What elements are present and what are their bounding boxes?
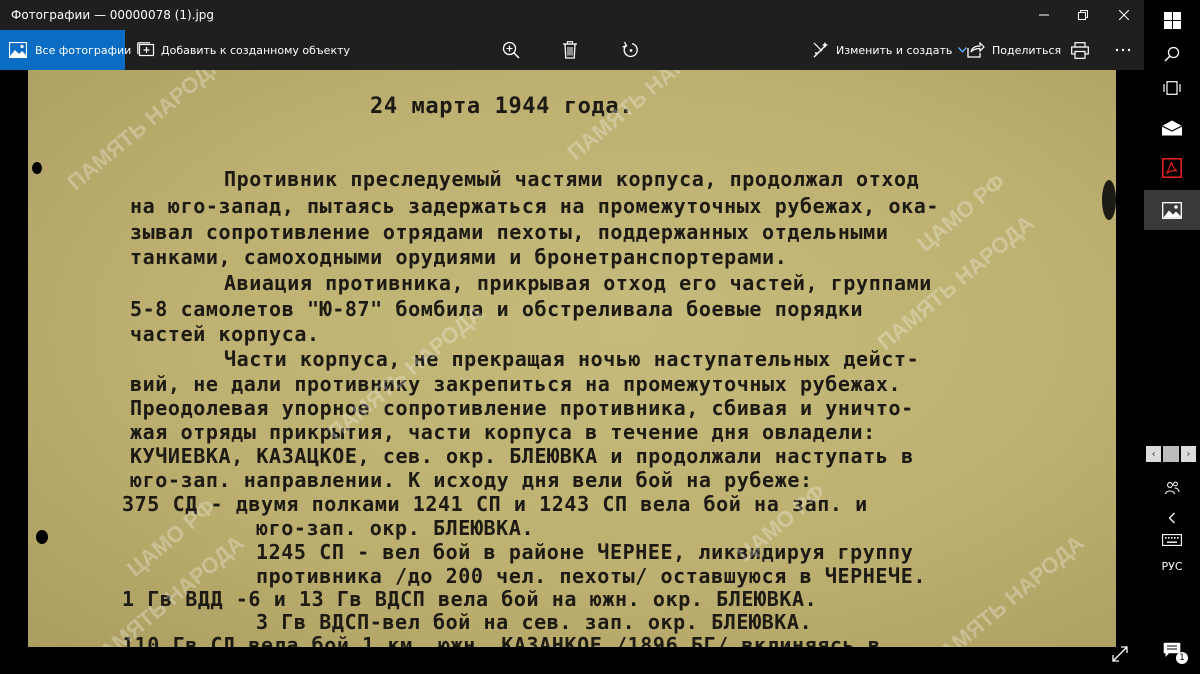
task-view-icon bbox=[1163, 81, 1181, 95]
document-photo: 24 марта 1944 года. Противник преследуем… bbox=[28, 70, 1116, 647]
document-line: противника /до 200 чел. пехоты/ оставшую… bbox=[256, 564, 926, 588]
photos-app-icon bbox=[1162, 201, 1182, 219]
add-to-creation-button[interactable]: Добавить к созданному объекту bbox=[135, 30, 350, 70]
fullscreen-button[interactable] bbox=[1110, 644, 1130, 664]
close-icon bbox=[1119, 10, 1129, 20]
taskbar-pdf-reader[interactable] bbox=[1144, 148, 1200, 188]
trash-icon bbox=[559, 39, 581, 61]
document-line: юго-зап. направлении. К исходу дня вели … bbox=[130, 468, 813, 492]
taskbar-photos[interactable] bbox=[1144, 190, 1200, 230]
document-line: юго-зап. окр. БЛЕЮВКА. bbox=[256, 516, 535, 540]
mail-icon bbox=[1161, 120, 1183, 136]
expand-icon bbox=[1112, 646, 1128, 662]
touch-keyboard-button[interactable] bbox=[1144, 520, 1200, 560]
scroll-thumb[interactable] bbox=[1163, 446, 1179, 462]
album-add-icon bbox=[135, 39, 157, 61]
pdf-icon bbox=[1162, 158, 1182, 178]
notification-count-badge: 1 bbox=[1176, 652, 1188, 664]
document-line: 3 Гв ВДСП-вел бой на сев. зап. окр. БЛЕЮ… bbox=[256, 610, 813, 634]
document-line: Противник преследуемый частями корпуса, … bbox=[224, 167, 920, 191]
taskbar-scroll: ‹ › bbox=[1146, 446, 1198, 462]
close-button[interactable] bbox=[1107, 0, 1141, 30]
window-title: Фотографии — 00000078 (1).jpg bbox=[11, 8, 215, 22]
task-view-button[interactable] bbox=[1144, 68, 1200, 108]
rotate-button[interactable] bbox=[620, 30, 644, 70]
ink-spot bbox=[36, 530, 48, 544]
document-line: Части корпуса, не прекращая ночью наступ… bbox=[224, 347, 920, 371]
taskbar: ‹ › РУС 1 bbox=[1144, 0, 1200, 674]
document-line: 1 Гв ВДД -6 и 13 Гв ВДСП вела бой на южн… bbox=[122, 587, 818, 611]
more-button[interactable] bbox=[1112, 30, 1136, 70]
more-icon bbox=[1112, 39, 1134, 61]
edit-create-icon bbox=[810, 39, 832, 61]
zoom-button[interactable] bbox=[500, 30, 524, 70]
image-viewer[interactable]: 24 марта 1944 года. Противник преследуем… bbox=[0, 70, 1144, 674]
zoom-in-icon bbox=[500, 39, 522, 61]
document-line: вий, не дали противнику закрепиться на п… bbox=[130, 372, 902, 396]
edit-create-label: Изменить и создать bbox=[836, 43, 953, 57]
document-line: зывал сопротивление отрядами пехоты, под… bbox=[130, 220, 889, 244]
document-line: КУЧИЕВКА, КАЗАЦКОЕ, сев. окр. БЛЕЮВКА и … bbox=[130, 444, 914, 468]
add-to-creation-label: Добавить к созданному объекту bbox=[161, 43, 351, 57]
all-photos-button[interactable]: Все фотографии bbox=[0, 30, 131, 70]
print-button[interactable] bbox=[1069, 30, 1093, 70]
people-icon bbox=[1164, 481, 1180, 495]
windows-logo-icon bbox=[1163, 11, 1181, 29]
document-line: Авиация противника, прикрывая отход его … bbox=[224, 271, 932, 295]
scroll-right-button[interactable]: › bbox=[1180, 446, 1196, 462]
document-line: 375 СД - двумя полками 1241 СП и 1243 СП… bbox=[122, 492, 868, 516]
photo-icon bbox=[9, 39, 27, 61]
input-language-indicator[interactable]: РУС bbox=[1144, 560, 1200, 573]
action-center-button[interactable] bbox=[1144, 630, 1200, 670]
chevron-right-icon: › bbox=[1186, 448, 1191, 460]
restore-icon bbox=[1078, 10, 1088, 20]
screen: Фотографии — 00000078 (1).jpg Все фотогр… bbox=[0, 0, 1200, 674]
ink-spot bbox=[1102, 180, 1116, 220]
restore-button[interactable] bbox=[1066, 0, 1100, 30]
rotate-icon bbox=[620, 39, 642, 61]
print-icon bbox=[1069, 39, 1091, 61]
document-line: на юго-запад, пытаясь задержаться на про… bbox=[130, 194, 940, 218]
share-icon bbox=[965, 39, 987, 61]
minimize-icon bbox=[1039, 14, 1049, 16]
title-bar[interactable]: Фотографии — 00000078 (1).jpg bbox=[0, 0, 1144, 30]
all-photos-label: Все фотографии bbox=[35, 43, 132, 57]
share-label: Поделиться bbox=[992, 43, 1062, 57]
document-line: танками, самоходными орудиями и бронетра… bbox=[130, 245, 788, 269]
document-line: 24 марта 1944 года. bbox=[370, 94, 634, 119]
keyboard-icon bbox=[1162, 534, 1182, 546]
share-button[interactable]: Поделиться bbox=[965, 30, 1061, 70]
photos-app-window: Фотографии — 00000078 (1).jpg Все фотогр… bbox=[0, 0, 1144, 674]
scroll-left-button[interactable]: ‹ bbox=[1146, 446, 1162, 462]
chevron-left-icon: ‹ bbox=[1151, 448, 1156, 460]
document-line: частей корпуса. bbox=[130, 322, 320, 346]
edit-create-button[interactable]: Изменить и создать bbox=[810, 30, 968, 70]
document-line: жая отряды прикрытия, части корпуса в те… bbox=[130, 420, 876, 444]
ink-spot bbox=[32, 162, 42, 174]
delete-button[interactable] bbox=[559, 30, 583, 70]
search-icon bbox=[1164, 46, 1180, 62]
command-bar: Все фотографии Добавить к созданному объ… bbox=[0, 30, 1144, 70]
taskbar-mail[interactable] bbox=[1144, 108, 1200, 148]
document-line: 1245 СП - вел бой в районе ЧЕРНЕЕ, ликви… bbox=[256, 540, 914, 564]
document-line: Преодолевая упорное сопротивление против… bbox=[130, 396, 914, 420]
document-line: 110 Гв СД вела бой 1 км. южн. КАЗАНКОЕ /… bbox=[122, 633, 881, 647]
minimize-button[interactable] bbox=[1027, 0, 1061, 30]
document-line: 5-8 самолетов "Ю-87" бомбила и обстрелив… bbox=[130, 297, 864, 321]
